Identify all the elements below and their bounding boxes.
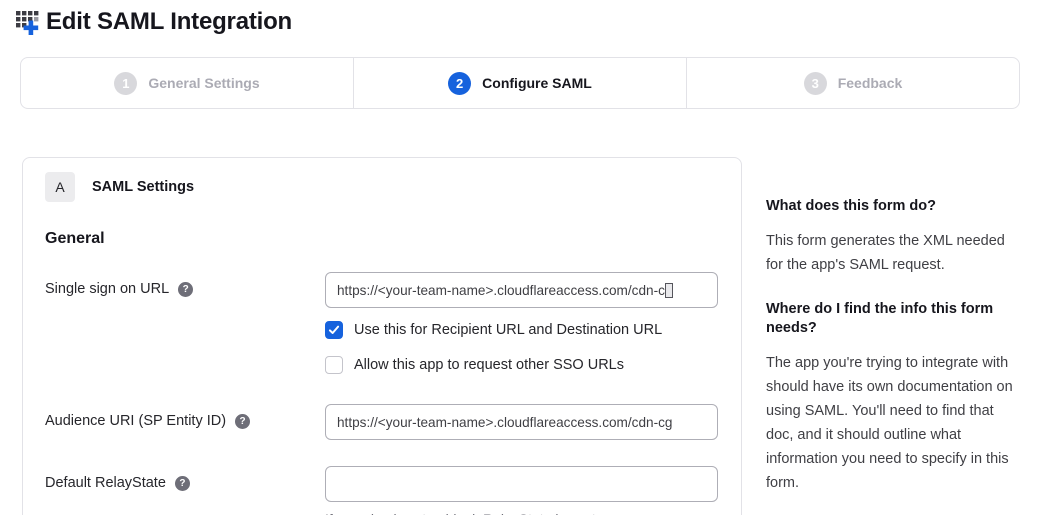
single-sign-on-url-label: Single sign on URL <box>45 281 169 297</box>
section-title: SAML Settings <box>92 179 194 195</box>
help-sidebar: What does this form do? This form genera… <box>766 157 1018 515</box>
control-col: https://<your-team-name>.cloudflareacces… <box>325 404 718 440</box>
checkbox-label: Use this for Recipient URL and Destinati… <box>354 322 662 338</box>
group-heading-general: General <box>45 230 719 248</box>
other-sso-urls-checkbox[interactable] <box>325 356 343 374</box>
audience-uri-label: Audience URI (SP Entity ID) <box>45 413 226 429</box>
step-label: General Settings <box>148 75 259 91</box>
audience-uri-input[interactable]: https://<your-team-name>.cloudflareacces… <box>325 404 718 440</box>
page-header: Edit SAML Integration <box>0 0 1063 36</box>
step-number-badge: 3 <box>804 72 827 95</box>
field-label-col: Audience URI (SP Entity ID) ? <box>45 404 325 429</box>
help-icon[interactable]: ? <box>235 414 250 429</box>
field-label-col: Default RelayState ? <box>45 466 325 491</box>
app-grid-add-icon <box>15 8 42 36</box>
step-feedback[interactable]: 3 Feedback <box>686 58 1019 108</box>
relaystate-helper-text: If no value is set, a blank RelayState i… <box>325 511 718 515</box>
field-row-default-relaystate: Default RelayState ? If no value is set,… <box>45 466 719 515</box>
control-col: https://<your-team-name>.cloudflareacces… <box>325 272 718 308</box>
step-general-settings[interactable]: 1 General Settings <box>21 58 353 108</box>
default-relaystate-input[interactable] <box>325 466 718 502</box>
check-icon <box>328 324 340 336</box>
step-number-badge: 1 <box>114 72 137 95</box>
saml-settings-card: A SAML Settings General Single sign on U… <box>22 157 742 515</box>
recipient-destination-checkbox[interactable] <box>325 321 343 339</box>
step-label: Configure SAML <box>482 75 592 91</box>
section-badge: A <box>45 172 75 202</box>
section-header: A SAML Settings <box>45 172 719 202</box>
field-label-col: Single sign on URL ? <box>45 272 325 297</box>
default-relaystate-label: Default RelayState <box>45 475 166 491</box>
step-configure-saml[interactable]: 2 Configure SAML <box>353 58 686 108</box>
checkbox-row-other-sso-urls: Allow this app to request other SSO URLs <box>325 356 719 374</box>
page-title: Edit SAML Integration <box>46 8 292 36</box>
sidebar-heading-what: What does this form do? <box>766 197 1018 216</box>
wizard-steps: 1 General Settings 2 Configure SAML 3 Fe… <box>20 57 1020 109</box>
checkbox-row-recipient-destination: Use this for Recipient URL and Destinati… <box>325 321 719 339</box>
step-label: Feedback <box>838 75 903 91</box>
step-number-badge: 2 <box>448 72 471 95</box>
help-icon[interactable]: ? <box>175 476 190 491</box>
field-row-audience-uri: Audience URI (SP Entity ID) ? https://<y… <box>45 404 719 440</box>
field-row-single-sign-on-url: Single sign on URL ? https://<your-team-… <box>45 272 719 308</box>
sidebar-paragraph-where: The app you're trying to integrate with … <box>766 351 1018 495</box>
single-sign-on-url-input[interactable]: https://<your-team-name>.cloudflareacces… <box>325 272 718 308</box>
help-icon[interactable]: ? <box>178 282 193 297</box>
text-cursor <box>665 283 673 298</box>
control-col: If no value is set, a blank RelayState i… <box>325 466 718 515</box>
sidebar-paragraph-what: This form generates the XML needed for t… <box>766 229 1018 277</box>
main-content: A SAML Settings General Single sign on U… <box>0 157 1063 515</box>
sidebar-heading-where: Where do I find the info this form needs… <box>766 300 1018 338</box>
checkbox-label: Allow this app to request other SSO URLs <box>354 357 624 373</box>
